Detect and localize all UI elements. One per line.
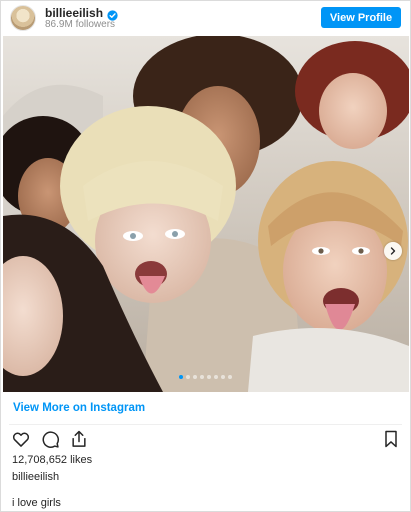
chevron-right-icon (390, 247, 396, 255)
avatar[interactable] (10, 5, 36, 31)
carousel-dot[interactable] (214, 375, 218, 379)
view-more-link[interactable]: View More on Instagram (13, 402, 145, 414)
carousel-dot[interactable] (207, 375, 211, 379)
share-icon[interactable] (68, 428, 90, 450)
post-image[interactable] (3, 36, 409, 392)
instagram-embed-card: billieeilish 86.9M followers View Profil… (0, 0, 411, 512)
heart-icon[interactable] (10, 428, 32, 450)
carousel-dot[interactable] (179, 375, 183, 379)
like-count[interactable]: 12,708,652 likes (12, 454, 92, 466)
action-bar (10, 428, 402, 450)
verified-badge-icon (107, 8, 118, 21)
carousel-dot[interactable] (200, 375, 204, 379)
carousel-dot[interactable] (221, 375, 225, 379)
carousel-dots (1, 375, 410, 379)
view-profile-button[interactable]: View Profile (321, 7, 401, 28)
carousel-dot[interactable] (228, 375, 232, 379)
divider (9, 424, 402, 425)
bookmark-icon[interactable] (380, 428, 402, 450)
carousel-dot[interactable] (193, 375, 197, 379)
caption-username[interactable]: billieeilish (12, 471, 59, 483)
carousel-dot[interactable] (186, 375, 190, 379)
header-username[interactable]: billieeilish (45, 6, 103, 20)
follower-count: 86.9M followers (45, 19, 116, 30)
username-row: billieeilish (45, 6, 118, 21)
caption-text: i love girls (12, 497, 61, 509)
post-header: billieeilish 86.9M followers View Profil… (1, 1, 410, 35)
carousel-next-button[interactable] (384, 242, 402, 260)
comment-icon[interactable] (39, 428, 61, 450)
